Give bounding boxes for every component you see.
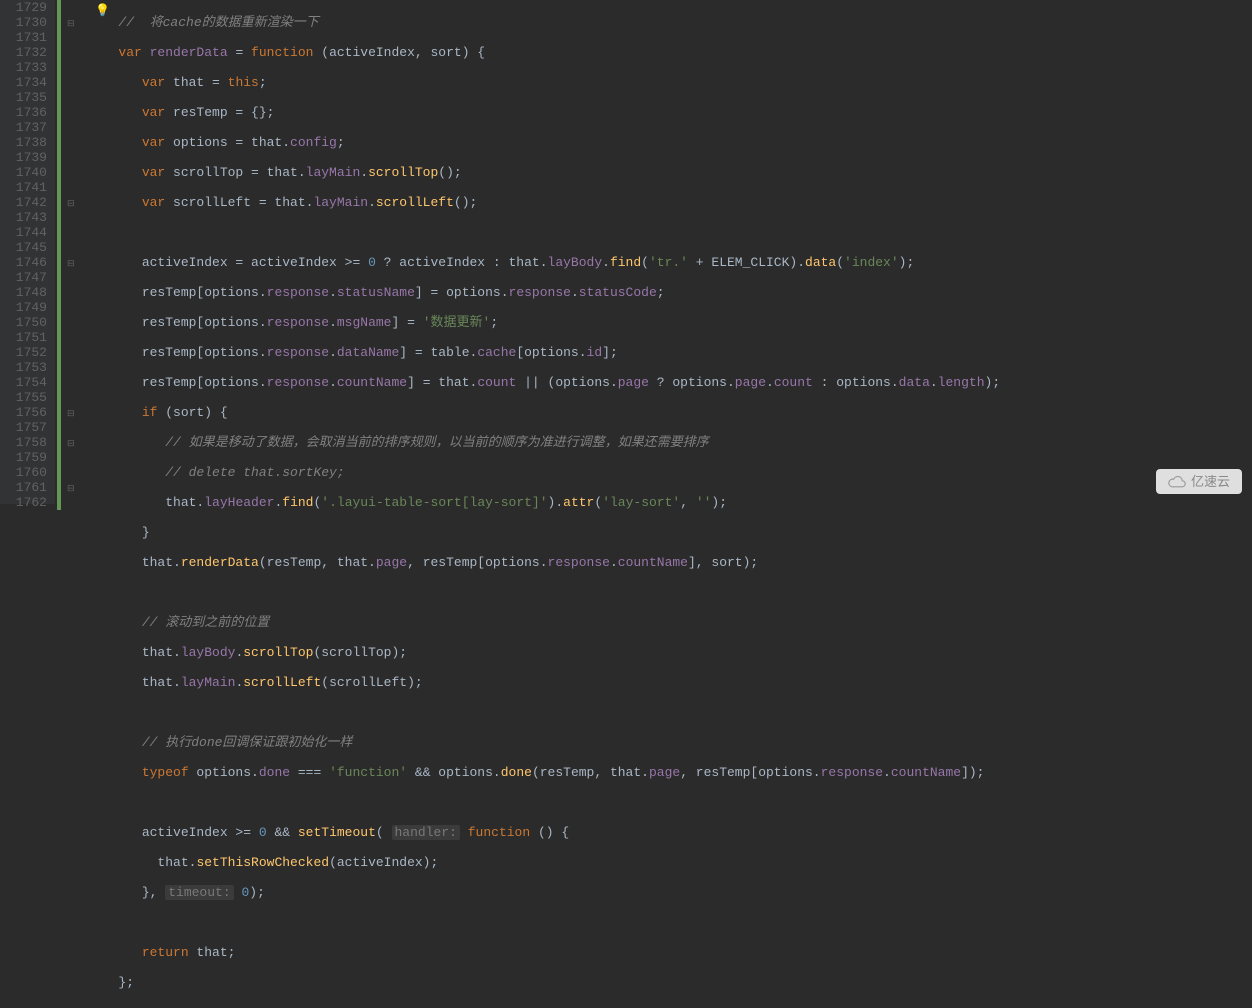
code-line[interactable]: activeIndex >= 0 && setTimeout( handler:… bbox=[95, 825, 1252, 840]
intention-bulb-icon[interactable]: 💡 bbox=[95, 4, 110, 19]
fold-icon[interactable]: ⊟ bbox=[67, 17, 75, 32]
code-line[interactable]: that.renderData(resTemp, that.page, resT… bbox=[95, 555, 1252, 570]
line-number: 1750 bbox=[0, 315, 47, 330]
fold-icon[interactable]: ⊟ bbox=[67, 407, 75, 422]
code-line[interactable]: var renderData = function (activeIndex, … bbox=[95, 45, 1252, 60]
code-line[interactable]: resTemp[options.response.countName] = th… bbox=[95, 375, 1252, 390]
line-number: 1743 bbox=[0, 210, 47, 225]
line-number: 1751 bbox=[0, 330, 47, 345]
code-line[interactable]: var scrollTop = that.layMain.scrollTop()… bbox=[95, 165, 1252, 180]
line-number: 1759 bbox=[0, 450, 47, 465]
line-number: 1744 bbox=[0, 225, 47, 240]
line-number: 1731 bbox=[0, 30, 47, 45]
code-line[interactable]: resTemp[options.response.dataName] = tab… bbox=[95, 345, 1252, 360]
line-number: 1755 bbox=[0, 390, 47, 405]
line-number: 1740 bbox=[0, 165, 47, 180]
code-editor[interactable]: 1729 1730 1731 1732 1733 1734 1735 1736 … bbox=[0, 0, 1252, 504]
line-number: 1747 bbox=[0, 270, 47, 285]
line-number: 1752 bbox=[0, 345, 47, 360]
line-number: 1741 bbox=[0, 180, 47, 195]
code-line[interactable] bbox=[95, 585, 1252, 600]
line-number: 1745 bbox=[0, 240, 47, 255]
code-line[interactable]: that.layHeader.find('.layui-table-sort[l… bbox=[95, 495, 1252, 510]
code-line[interactable]: that.layMain.scrollLeft(scrollLeft); bbox=[95, 675, 1252, 690]
code-line[interactable] bbox=[95, 795, 1252, 810]
line-number: 1732 bbox=[0, 45, 47, 60]
code-line[interactable]: var resTemp = {}; bbox=[95, 105, 1252, 120]
code-line[interactable]: var options = that.config; bbox=[95, 135, 1252, 150]
code-line[interactable]: }; bbox=[95, 975, 1252, 990]
code-line[interactable]: that.layBody.scrollTop(scrollTop); bbox=[95, 645, 1252, 660]
fold-icon[interactable]: ⊟ bbox=[67, 482, 75, 497]
code-line[interactable]: }, timeout: 0); bbox=[95, 885, 1252, 900]
line-number: 1738 bbox=[0, 135, 47, 150]
line-number: 1758 bbox=[0, 435, 47, 450]
line-number: 1729 bbox=[0, 0, 47, 15]
marker-gutter: ⊟ ⊟ ⊟ ⊟ ⊟ ⊟ bbox=[55, 0, 85, 504]
line-number-gutter: 1729 1730 1731 1732 1733 1734 1735 1736 … bbox=[0, 0, 55, 504]
line-number: 1748 bbox=[0, 285, 47, 300]
line-number: 1733 bbox=[0, 60, 47, 75]
line-number: 1754 bbox=[0, 375, 47, 390]
line-number: 1735 bbox=[0, 90, 47, 105]
fold-icon[interactable]: ⊟ bbox=[67, 437, 75, 452]
line-number: 1737 bbox=[0, 120, 47, 135]
line-number: 1761 bbox=[0, 480, 47, 495]
line-number: 1746 bbox=[0, 255, 47, 270]
line-number: 1736 bbox=[0, 105, 47, 120]
code-content[interactable]: // 将cache的数据重新渲染一下 var renderData = func… bbox=[85, 0, 1252, 504]
code-line[interactable]: // 滚动到之前的位置 bbox=[95, 615, 1252, 630]
code-line[interactable]: // 将cache的数据重新渲染一下 bbox=[95, 15, 1252, 30]
code-line[interactable]: return that; bbox=[95, 945, 1252, 960]
line-number: 1734 bbox=[0, 75, 47, 90]
line-number: 1757 bbox=[0, 420, 47, 435]
line-number: 1742 bbox=[0, 195, 47, 210]
line-number: 1730 bbox=[0, 15, 47, 30]
code-line[interactable]: resTemp[options.response.statusName] = o… bbox=[95, 285, 1252, 300]
code-line[interactable] bbox=[95, 915, 1252, 930]
code-line[interactable]: var that = this; bbox=[95, 75, 1252, 90]
code-line[interactable]: if (sort) { bbox=[95, 405, 1252, 420]
line-number: 1749 bbox=[0, 300, 47, 315]
code-line[interactable]: typeof options.done === 'function' && op… bbox=[95, 765, 1252, 780]
line-number: 1753 bbox=[0, 360, 47, 375]
code-line[interactable]: var scrollLeft = that.layMain.scrollLeft… bbox=[95, 195, 1252, 210]
code-line[interactable]: that.setThisRowChecked(activeIndex); bbox=[95, 855, 1252, 870]
code-line[interactable]: // 如果是移动了数据，会取消当前的排序规则，以当前的顺序为准进行调整，如果还需… bbox=[95, 435, 1252, 450]
code-line[interactable]: resTemp[options.response.msgName] = '数据更… bbox=[95, 315, 1252, 330]
line-number: 1762 bbox=[0, 495, 47, 510]
code-line[interactable]: } bbox=[95, 525, 1252, 540]
change-marker bbox=[57, 0, 61, 510]
cloud-icon bbox=[1168, 475, 1186, 488]
code-line[interactable]: activeIndex = activeIndex >= 0 ? activeI… bbox=[95, 255, 1252, 270]
fold-icon[interactable]: ⊟ bbox=[67, 197, 75, 212]
watermark-badge: 亿速云 bbox=[1156, 469, 1242, 494]
code-line[interactable] bbox=[95, 705, 1252, 720]
fold-icon[interactable]: ⊟ bbox=[67, 257, 75, 272]
watermark-text: 亿速云 bbox=[1191, 474, 1230, 489]
code-line[interactable] bbox=[95, 1005, 1252, 1008]
line-number: 1756 bbox=[0, 405, 47, 420]
line-number: 1739 bbox=[0, 150, 47, 165]
code-line[interactable]: // 执行done回调保证跟初始化一样 bbox=[95, 735, 1252, 750]
code-line[interactable] bbox=[95, 225, 1252, 240]
line-number: 1760 bbox=[0, 465, 47, 480]
code-line[interactable]: // delete that.sortKey; bbox=[95, 465, 1252, 480]
